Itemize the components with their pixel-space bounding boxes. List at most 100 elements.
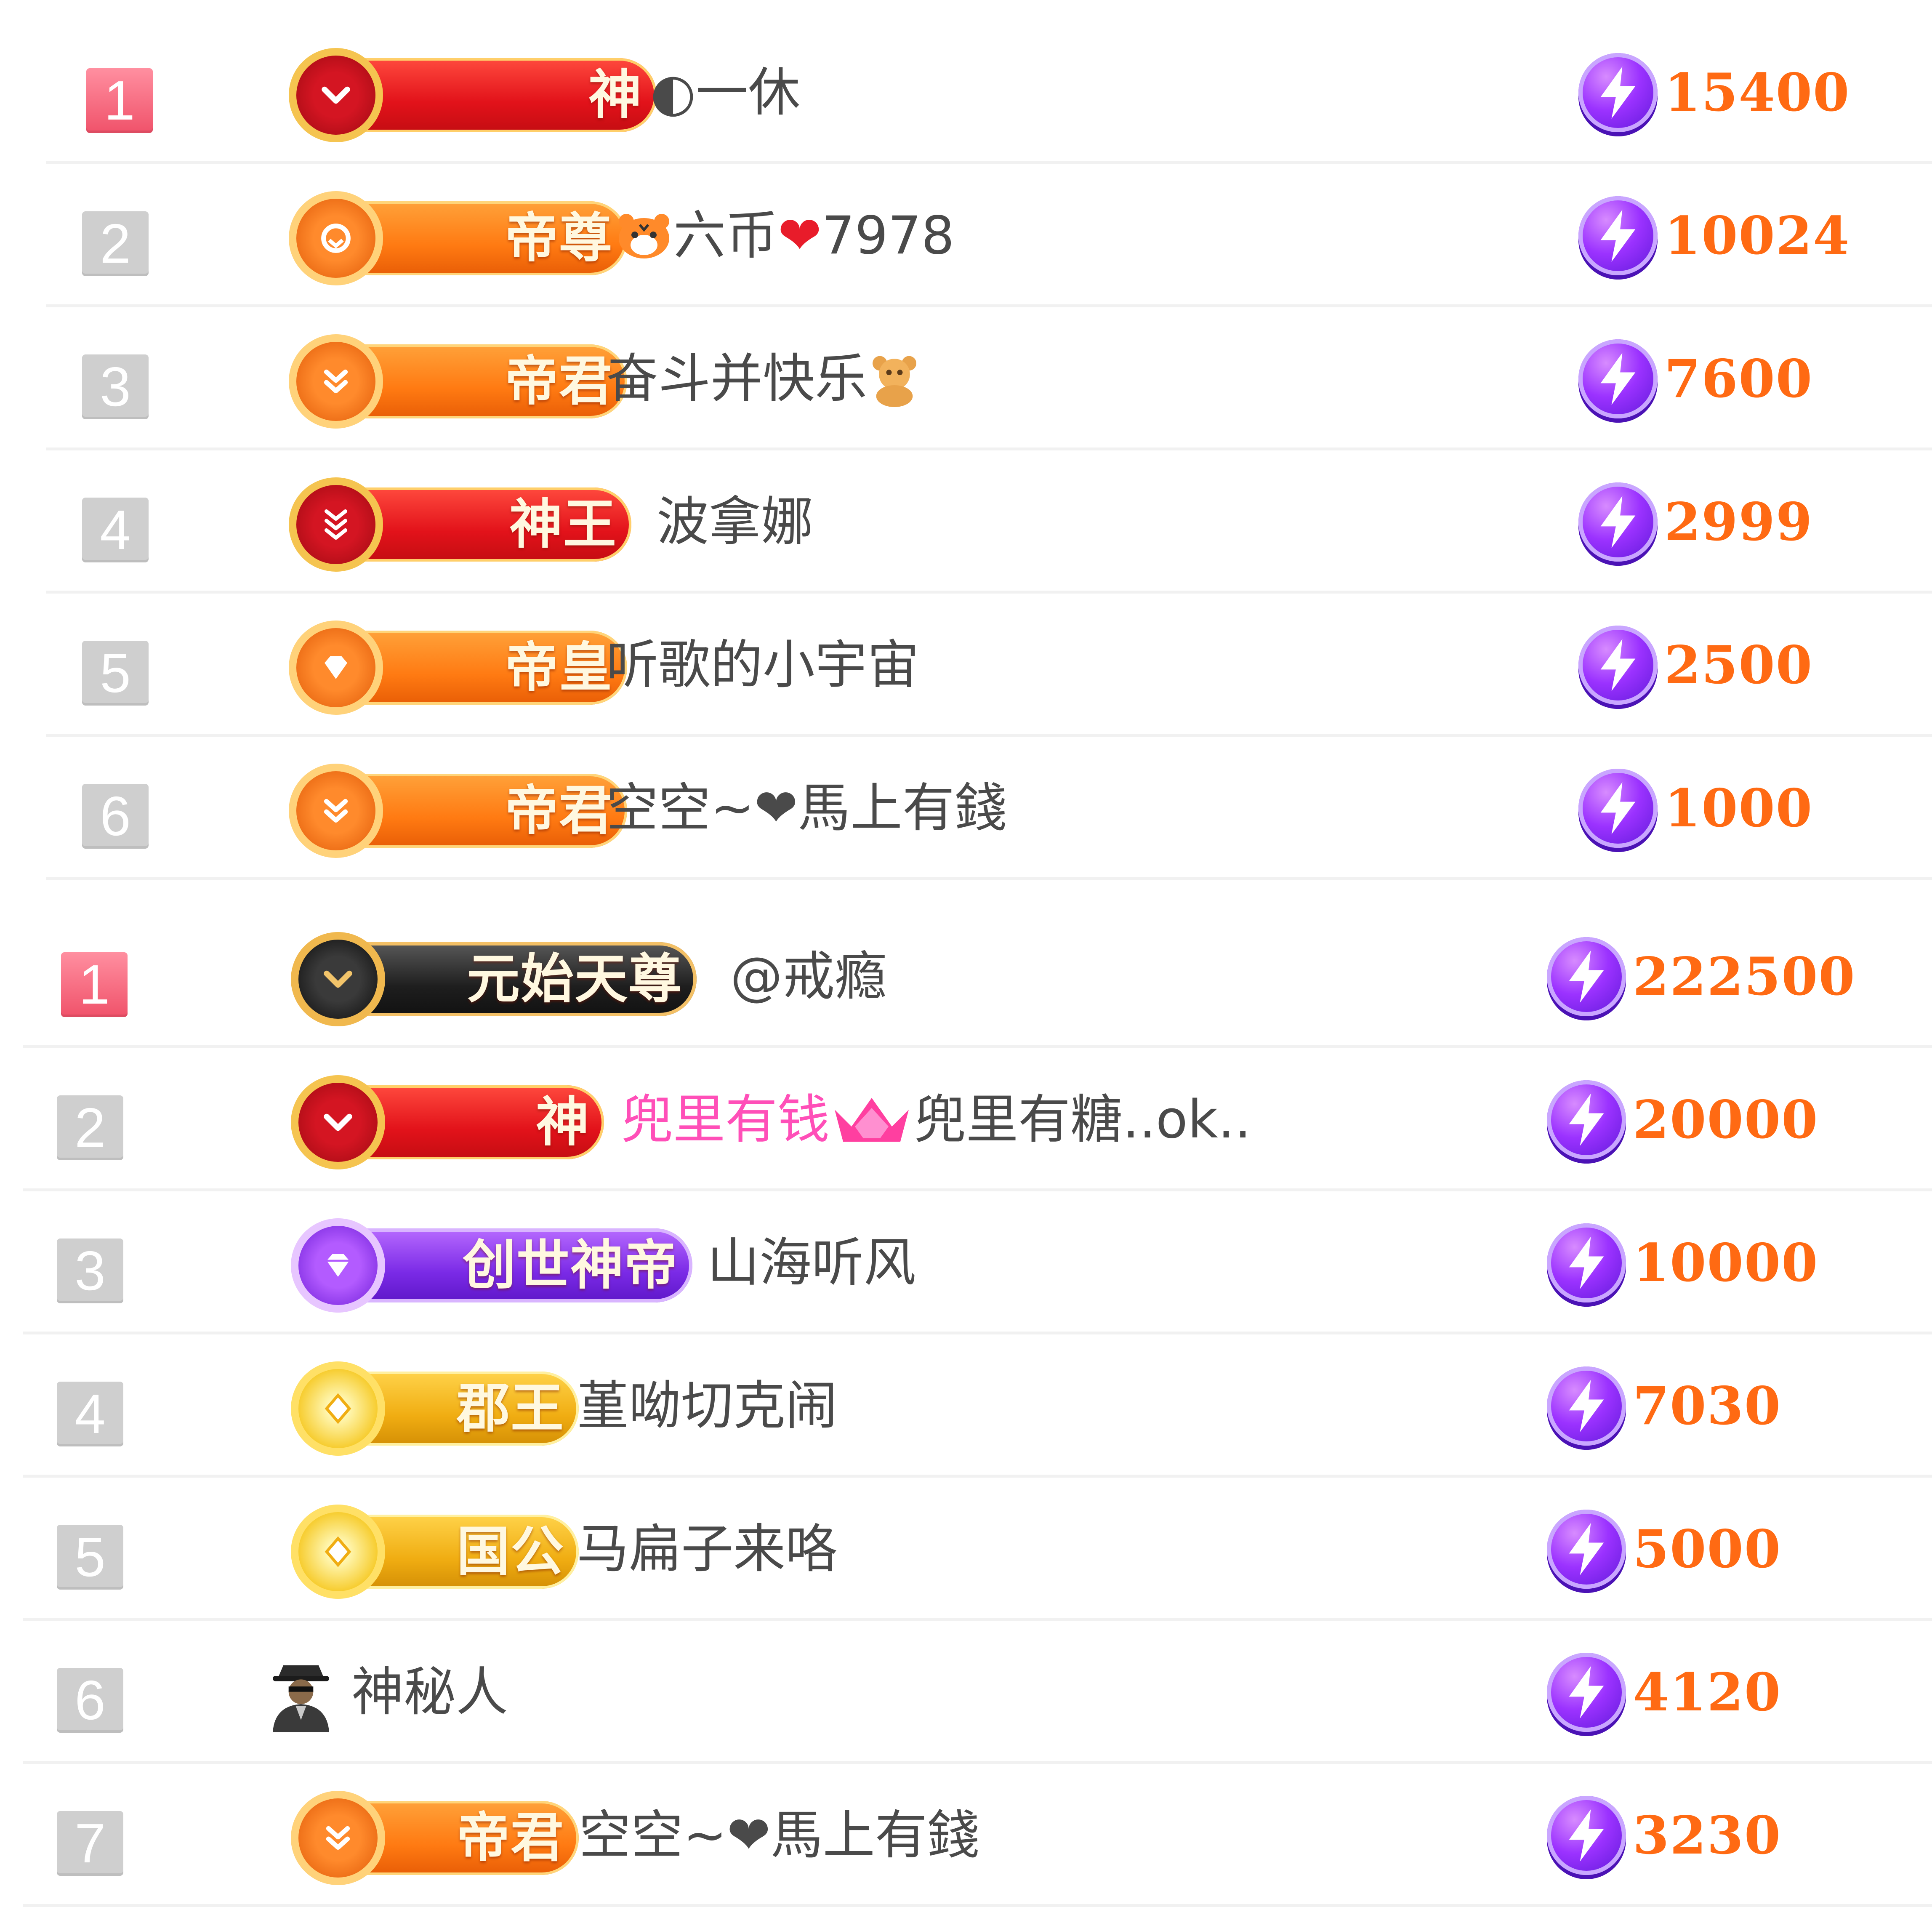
- user-name[interactable]: 空空~❤馬上有錢: [606, 737, 1007, 880]
- diamond-icon: [291, 1505, 385, 1599]
- lightning-icon: [1578, 53, 1658, 132]
- lightning-icon: [1547, 1653, 1626, 1732]
- user-name[interactable]: 堇呦切克闹: [577, 1334, 838, 1478]
- score-value: 7030: [1633, 1375, 1782, 1437]
- chevron-down-icon: [291, 932, 385, 1026]
- badge-label: 神王: [509, 495, 617, 554]
- score-value: 7600: [1664, 348, 1813, 410]
- rank-number: 6: [82, 784, 149, 849]
- tiger-icon: [619, 213, 669, 258]
- user-name-suffix: 7978: [821, 205, 955, 266]
- chevron-down-icon: [289, 48, 383, 142]
- lightning-icon: [1547, 1366, 1626, 1446]
- rank-badge: 帝尊: [289, 191, 627, 285]
- user-name[interactable]: 六币❤7978: [615, 164, 955, 307]
- double-chevron-icon: [289, 764, 383, 858]
- badge-label: 帝君: [505, 352, 613, 411]
- rank-number: 1: [61, 952, 128, 1017]
- rank-number: 1: [86, 68, 153, 133]
- lightning-icon: [1578, 482, 1658, 562]
- rank-number: 4: [57, 1382, 123, 1446]
- diamond-icon: [289, 621, 383, 715]
- user-name-text: 波拿娜: [657, 492, 814, 552]
- rank-badge: 国公: [291, 1505, 579, 1599]
- list-item[interactable]: 6 神秘人 4120: [23, 1621, 1932, 1764]
- rank-badge: 神: [291, 1075, 604, 1169]
- user-name[interactable]: 听歌的小宇宙: [606, 594, 919, 737]
- user-name-text: 六币: [673, 205, 778, 266]
- double-chevron-icon: [291, 1791, 385, 1885]
- score-value: 222500: [1633, 946, 1856, 1007]
- list-item[interactable]: 7 帝君 空空~❤馬上有錢 3230: [23, 1764, 1932, 1907]
- list-item[interactable]: 4 神王 波拿娜 2999: [46, 450, 1932, 594]
- badge-label: 神: [536, 1092, 590, 1152]
- score: 5000: [1547, 1478, 1781, 1621]
- user-name-text: 神秘人: [351, 1662, 508, 1723]
- score: 7600: [1578, 307, 1813, 450]
- rank-number: 3: [57, 1238, 123, 1303]
- rank-number: 3: [82, 354, 149, 419]
- rank-badge: 帝君: [291, 1791, 579, 1885]
- user-name[interactable]: 波拿娜: [657, 450, 813, 594]
- list-item[interactable]: 1 神 ◐一休 15400: [46, 21, 1932, 164]
- list-item[interactable]: 1 元始天尊 @戒瘾 222500: [23, 905, 1932, 1048]
- score: 20000: [1547, 1048, 1818, 1191]
- lightning-icon: [1547, 1510, 1626, 1589]
- gem-icon: [291, 1218, 385, 1313]
- user-name[interactable]: ◐一休: [650, 21, 800, 164]
- score: 2999: [1578, 450, 1813, 594]
- list-item[interactable]: 6 帝君 空空~❤馬上有錢 1000: [46, 737, 1932, 880]
- badge-label: 神: [588, 65, 642, 125]
- score: 10024: [1578, 164, 1850, 307]
- rank-badge: 神: [289, 48, 657, 142]
- score-value: 1000: [1664, 778, 1813, 839]
- user-name[interactable]: @戒瘾: [730, 905, 887, 1048]
- user-name-text: @戒瘾: [730, 946, 887, 1007]
- badge-label: 帝君: [505, 781, 613, 840]
- score-value: 3230: [1633, 1805, 1782, 1866]
- user-name-text: 堇呦切克闹: [577, 1376, 838, 1436]
- list-item[interactable]: 4 郡王 堇呦切克闹 7030: [23, 1334, 1932, 1478]
- list-item[interactable]: 3 帝君 奋斗并快乐 7600: [46, 307, 1932, 450]
- score-value: 20000: [1633, 1089, 1819, 1151]
- user-name[interactable]: 山海听风: [707, 1191, 916, 1334]
- user-name-text: 空空~❤馬上有錢: [606, 778, 1007, 839]
- list-item[interactable]: 5 帝皇 听歌的小宇宙 2500: [46, 594, 1932, 737]
- rank-number: 6: [57, 1668, 123, 1733]
- rank-number: 4: [82, 498, 149, 562]
- mystery-person-icon: [273, 1665, 329, 1732]
- user-name[interactable]: 兜里有钱 兜里有糖..ok..: [621, 1048, 1251, 1191]
- list-item[interactable]: 2 帝尊 六币❤7978 10024: [46, 164, 1932, 307]
- rank-badge: 郡王: [291, 1361, 579, 1456]
- list-item[interactable]: 2 神 兜里有钱 兜里有糖..ok.. 20000: [23, 1048, 1932, 1191]
- list-item[interactable]: 5 国公 马扁子来咯 5000: [23, 1478, 1932, 1621]
- score-value: 2500: [1664, 634, 1813, 696]
- badge-label: 元始天尊: [467, 949, 682, 1009]
- crown-icon: [835, 1097, 909, 1142]
- rank-badge: 帝君: [289, 334, 627, 429]
- badge-label: 帝君: [457, 1808, 564, 1867]
- diamond-icon: [291, 1361, 385, 1456]
- score-value: 2999: [1664, 491, 1813, 553]
- user-name[interactable]: 空空~❤馬上有錢: [579, 1764, 979, 1907]
- user-name-text: 山海听风: [707, 1233, 916, 1293]
- score: 15400: [1578, 21, 1850, 164]
- user-name-text: 奋斗并快乐: [606, 349, 868, 409]
- user-name[interactable]: 神秘人: [351, 1621, 508, 1764]
- user-name-text: 马扁子来咯: [577, 1519, 838, 1579]
- score: 1000: [1578, 737, 1813, 880]
- rank-number: 2: [82, 211, 149, 276]
- lightning-icon: [1547, 1080, 1626, 1159]
- list-item[interactable]: 3 创世神帝 山海听风 10000: [23, 1191, 1932, 1334]
- score: 7030: [1547, 1334, 1781, 1478]
- score-value: 15400: [1664, 62, 1850, 123]
- score-value: 4120: [1633, 1662, 1782, 1723]
- triple-chevron-icon: [289, 477, 383, 572]
- user-name[interactable]: 马扁子来咯: [577, 1478, 838, 1621]
- score-value: 10024: [1664, 205, 1850, 266]
- rank-badge: 神王: [289, 477, 631, 572]
- lightning-icon: [1578, 626, 1658, 705]
- user-name[interactable]: 奋斗并快乐: [606, 307, 922, 450]
- rank-number: 5: [57, 1525, 123, 1590]
- user-name-text: 空空~❤馬上有錢: [579, 1805, 979, 1866]
